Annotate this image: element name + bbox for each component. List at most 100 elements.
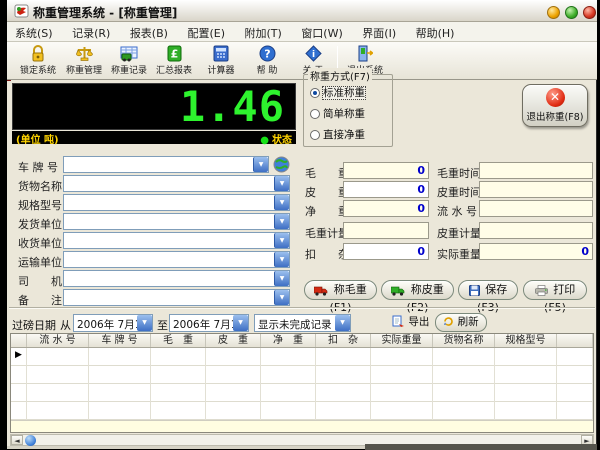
to-label: 至 bbox=[157, 317, 168, 333]
globe-icon[interactable] bbox=[273, 156, 290, 173]
weigh-gross-button[interactable]: 称毛重(F1) bbox=[304, 280, 377, 300]
deduction-field[interactable]: 0 bbox=[343, 243, 429, 260]
chevron-down-icon[interactable]: ▼ bbox=[274, 290, 289, 305]
chevron-down-icon[interactable]: ▼ bbox=[274, 252, 289, 267]
label-actual-weight: 实际重量 bbox=[437, 246, 481, 262]
weigh-mode-title: 称重方式(F7) bbox=[308, 68, 372, 83]
scale-icon bbox=[61, 45, 107, 63]
label-tare-time: 皮重时间 bbox=[437, 184, 481, 200]
chevron-down-icon[interactable]: ▼ bbox=[274, 176, 289, 191]
print-button[interactable]: 打印(F5) bbox=[523, 280, 587, 300]
menu-skin[interactable]: 界面(I) bbox=[354, 22, 404, 42]
radio-standard-weigh[interactable]: 标准称重 bbox=[310, 85, 365, 99]
maximize-button[interactable] bbox=[565, 6, 578, 19]
actual-weight-field[interactable]: 0 bbox=[479, 243, 593, 260]
col-deduction[interactable]: 扣 杂 bbox=[316, 334, 371, 347]
chevron-down-icon[interactable]: ▼ bbox=[274, 233, 289, 248]
current-row-marker-icon: ▶ bbox=[15, 350, 22, 360]
col-goods-name[interactable]: 货物名称 bbox=[433, 334, 495, 347]
lock-system-button[interactable]: 锁定系统 bbox=[15, 44, 61, 78]
label-tare-meter: 皮重计量 bbox=[437, 225, 481, 241]
menu-system[interactable]: 系统(S) bbox=[7, 22, 61, 42]
scroll-left-icon[interactable]: ◄ bbox=[11, 435, 23, 445]
unit-label: (单位 吨) bbox=[16, 131, 59, 146]
divider bbox=[9, 307, 595, 309]
record-filter-select[interactable]: 显示未完成记录▼ bbox=[254, 314, 351, 332]
net-weight-field[interactable]: 0 bbox=[343, 200, 429, 217]
col-gross[interactable]: 毛 重 bbox=[151, 334, 206, 347]
col-tare[interactable]: 皮 重 bbox=[206, 334, 261, 347]
gross-weight-field[interactable]: 0 bbox=[343, 162, 429, 179]
gross-meter-field[interactable] bbox=[343, 222, 429, 239]
row-selector-header bbox=[11, 334, 27, 347]
screen: 称重管理系统 - [称重管理] 系统(S) 记录(R) 报表(B) 配置(E) … bbox=[0, 0, 600, 450]
tare-meter-field[interactable] bbox=[479, 222, 593, 239]
menu-reports[interactable]: 报表(B) bbox=[122, 22, 176, 42]
label-driver: 司 机 bbox=[18, 273, 66, 289]
about-icon: i bbox=[293, 45, 333, 63]
exit-weigh-button[interactable]: ✕ 退出称重(F8) bbox=[522, 84, 588, 127]
menu-window[interactable]: 窗口(W) bbox=[293, 22, 350, 42]
col-actual[interactable]: 实际重量 bbox=[371, 334, 433, 347]
truck-red-icon bbox=[314, 286, 328, 296]
record-grid-icon bbox=[107, 45, 151, 63]
chevron-down-icon[interactable]: ▼ bbox=[335, 315, 350, 331]
menu-config[interactable]: 配置(E) bbox=[179, 22, 233, 42]
svg-text:i: i bbox=[311, 50, 314, 60]
records-table: 流 水 号 车 牌 号 毛 重 皮 重 净 重 扣 杂 实际重量 货物名称 规格… bbox=[10, 333, 594, 433]
close-x-icon: ✕ bbox=[546, 88, 565, 107]
summary-report-button[interactable]: £ 汇总报表 bbox=[151, 44, 197, 78]
calculator-button[interactable]: 计算器 bbox=[201, 44, 241, 78]
goods-name-combo[interactable]: ▼ bbox=[63, 175, 290, 192]
to-date-picker[interactable]: 2006年 7月19日▼ bbox=[169, 314, 249, 332]
serial-no-field[interactable] bbox=[479, 200, 593, 217]
col-net[interactable]: 净 重 bbox=[261, 334, 316, 347]
col-spec-model[interactable]: 规格型号 bbox=[495, 334, 557, 347]
printer-icon bbox=[535, 285, 548, 296]
transporter-combo[interactable]: ▼ bbox=[63, 251, 290, 268]
chevron-down-icon[interactable]: ▼ bbox=[274, 271, 289, 286]
radio-direct-net[interactable]: 直接净重 bbox=[310, 127, 365, 141]
weigh-manage-button[interactable]: 称重管理 bbox=[61, 44, 107, 78]
chevron-down-icon[interactable]: ▼ bbox=[253, 157, 268, 172]
chevron-down-icon[interactable]: ▼ bbox=[274, 214, 289, 229]
save-button[interactable]: 保存(F3) bbox=[458, 280, 518, 300]
remark-combo[interactable]: ▼ bbox=[63, 289, 290, 306]
weigh-date-label: 过磅日期 bbox=[12, 317, 56, 333]
table-body[interactable]: ▶ bbox=[11, 348, 593, 420]
menu-records[interactable]: 记录(R) bbox=[64, 22, 118, 42]
toolbar: 锁定系统 称重管理 称重记录 £ 汇总报表 计算器 bbox=[7, 42, 597, 80]
shipper-combo[interactable]: ▼ bbox=[63, 213, 290, 230]
export-icon bbox=[392, 315, 405, 328]
menu-addons[interactable]: 附加(T) bbox=[237, 22, 290, 42]
radio-icon bbox=[310, 109, 320, 119]
col-plate-no[interactable]: 车 牌 号 bbox=[89, 334, 151, 347]
label-serial-no: 流 水 号 bbox=[437, 203, 477, 219]
tare-weight-field[interactable]: 0 bbox=[343, 181, 429, 198]
chevron-down-icon[interactable]: ▼ bbox=[137, 315, 152, 331]
minimize-button[interactable] bbox=[547, 6, 560, 19]
plate-no-combo[interactable]: ▼ bbox=[63, 156, 269, 173]
scrollbar-thumb[interactable] bbox=[25, 435, 36, 446]
radio-simple-weigh[interactable]: 简单称重 bbox=[310, 106, 365, 120]
table-new-row[interactable] bbox=[11, 420, 593, 432]
weigh-tare-button[interactable]: 称皮重(F2) bbox=[381, 280, 454, 300]
title-bar[interactable]: 称重管理系统 - [称重管理] bbox=[7, 0, 597, 22]
spec-model-combo[interactable]: ▼ bbox=[63, 194, 290, 211]
chevron-down-icon[interactable]: ▼ bbox=[274, 195, 289, 210]
driver-combo[interactable]: ▼ bbox=[63, 270, 290, 287]
help-button[interactable]: ? 帮 助 bbox=[247, 44, 287, 78]
menu-help[interactable]: 帮助(H) bbox=[408, 22, 463, 42]
chevron-down-icon[interactable]: ▼ bbox=[233, 315, 248, 331]
close-button[interactable] bbox=[583, 6, 596, 19]
weight-display: 1.46 bbox=[12, 83, 296, 130]
tare-time-field[interactable] bbox=[479, 181, 593, 198]
refresh-button[interactable]: 刷新 bbox=[435, 313, 487, 332]
gross-time-field[interactable] bbox=[479, 162, 593, 179]
weigh-records-button[interactable]: 称重记录 bbox=[107, 44, 151, 78]
from-date-picker[interactable]: 2006年 7月19日▼ bbox=[73, 314, 153, 332]
receiver-combo[interactable]: ▼ bbox=[63, 232, 290, 249]
export-button[interactable]: 导出 bbox=[392, 314, 430, 332]
label-spec-model: 规格型号 bbox=[18, 197, 66, 213]
col-serial-no[interactable]: 流 水 号 bbox=[27, 334, 89, 347]
